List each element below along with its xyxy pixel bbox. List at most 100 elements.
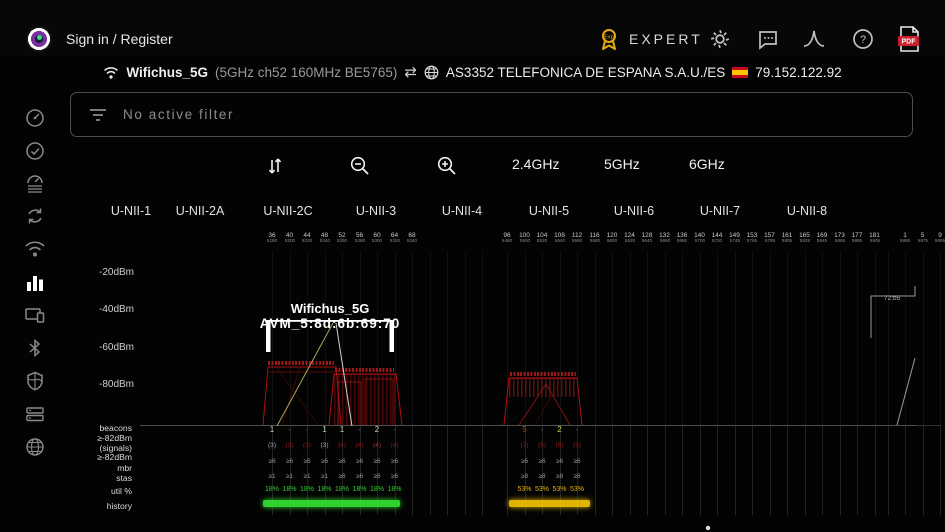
table-cell-min-level: ≥6 — [533, 458, 551, 465]
gridline — [325, 252, 326, 425]
gridline — [717, 426, 718, 515]
channel-tick: 645320 — [386, 232, 404, 245]
gridline — [700, 426, 701, 515]
pdf-export-icon[interactable]: PDF — [896, 26, 922, 52]
table-cell-stas: ≥1 — [281, 473, 299, 480]
channel-frequency: 5200 — [281, 240, 298, 245]
band-button-24ghz[interactable]: 2.4GHz — [512, 156, 559, 172]
table-cell-beacons: 1 — [263, 425, 281, 434]
table-cell-min-level: ≥6 — [386, 458, 404, 465]
gridline — [940, 252, 941, 425]
connection-status-bar[interactable]: Wifichus_5G (5GHz ch52 160MHz BE5765) ⇄ … — [0, 60, 945, 84]
table-row-label: util % — [40, 486, 132, 496]
gridline — [682, 426, 683, 515]
sidebar-item-detailed-test[interactable] — [24, 172, 46, 194]
channel-tick: 605300 — [368, 232, 386, 245]
band-button-5ghz[interactable]: 5GHz — [604, 156, 640, 172]
channel-tick: 1735865 — [831, 232, 849, 245]
table-cell-stas: ≥6 — [351, 473, 369, 480]
table-cell-stas: ≥8 — [568, 473, 586, 480]
gridline — [542, 252, 543, 425]
globe-icon — [424, 65, 439, 80]
table-row-label: beacons — [40, 423, 132, 433]
band-button-6ghz[interactable]: 6GHz — [689, 156, 725, 172]
spain-flag-icon — [732, 67, 748, 78]
network-shape-gray[interactable] — [871, 286, 915, 338]
signal-fin-icon[interactable] — [801, 26, 827, 52]
channel-frequency: 5825 — [796, 240, 813, 245]
gridline — [875, 426, 876, 515]
table-cell-min-level: ≥6 — [263, 458, 281, 465]
table-cell-beacons: - — [298, 425, 316, 434]
sidebar-item-router[interactable] — [24, 403, 46, 425]
channel-frequency: 5955 — [897, 240, 914, 245]
sidebar-item-channels[interactable] — [24, 271, 46, 293]
channel-tick: 405200 — [281, 232, 299, 245]
gridline — [482, 252, 483, 425]
channel-tick: 1005500 — [516, 232, 534, 245]
sign-in-register-link[interactable]: Sign in / Register — [66, 31, 173, 47]
table-cell-util: 18% — [351, 486, 369, 493]
channel-frequency: 5785 — [761, 240, 778, 245]
channel-tick: 485240 — [316, 232, 334, 245]
gridline — [647, 252, 648, 425]
gridline — [447, 426, 448, 515]
history-bar-group1 — [263, 500, 400, 507]
settings-gear-icon[interactable] — [707, 26, 733, 52]
sidebar-item-validation[interactable] — [24, 140, 46, 162]
sidebar-item-bluetooth[interactable] — [24, 337, 46, 359]
sidebar-item-wifi[interactable] — [24, 238, 46, 260]
network-label-strip — [335, 368, 394, 372]
gridline — [840, 426, 841, 515]
channel-frequency: 5845 — [814, 240, 831, 245]
channel-frequency: 5620 — [621, 240, 638, 245]
network-dense-area — [334, 374, 396, 426]
channel-tick: 15955 — [896, 232, 914, 245]
gridline — [290, 252, 291, 425]
sidebar-item-refresh[interactable] — [24, 205, 46, 227]
gridline — [465, 426, 466, 515]
zoom-in-button[interactable] — [432, 152, 462, 180]
gridline — [482, 426, 483, 515]
zoom-out-button[interactable] — [345, 152, 375, 180]
sort-order-button[interactable] — [260, 152, 290, 180]
channel-tick: 1575785 — [761, 232, 779, 245]
table-cell-min-level: ≥6 — [298, 458, 316, 465]
table-row-label: ≥-82dBm — [40, 433, 132, 443]
channel-tick: 1125560 — [568, 232, 586, 245]
app-logo-icon[interactable] — [26, 26, 52, 52]
highlighted-ssid: Wifichus_5G — [230, 301, 430, 316]
channel-frequency: 5240 — [316, 240, 333, 245]
unii-band-label: U-NII-2C — [246, 204, 330, 218]
gridline — [752, 426, 753, 515]
sidebar-item-devices[interactable] — [24, 304, 46, 326]
gridline — [465, 252, 466, 425]
table-cell-util: 18% — [298, 486, 316, 493]
table-cell-stas: ≥8 — [533, 473, 551, 480]
gridline — [430, 426, 431, 515]
table-cell-min-level: ≥6 — [351, 458, 369, 465]
table-cell-signals: (4) — [351, 442, 369, 449]
table-row-label: mbr — [40, 463, 132, 473]
feedback-chat-icon[interactable] — [755, 26, 781, 52]
table-cell-signals: (4) — [368, 442, 386, 449]
channel-frequency: 5300 — [369, 240, 386, 245]
channel-frequency: 5480 — [499, 240, 516, 245]
channel-frequency: 5340 — [404, 240, 421, 245]
filter-input[interactable]: No active filter — [70, 92, 913, 137]
gridline — [923, 252, 924, 425]
sidebar-item-speedtest[interactable] — [24, 107, 46, 129]
gridline — [447, 252, 448, 425]
network-label-strip — [268, 361, 334, 365]
unii-band-label: U-NII-4 — [420, 204, 504, 218]
top-bar: Sign in / Register Exp EXPERT ? PDF — [0, 0, 945, 56]
analiti-app: Sign in / Register Exp EXPERT ? PDF Wifi… — [0, 0, 945, 532]
sidebar-item-security[interactable] — [24, 370, 46, 392]
channel-tick: 965480 — [498, 232, 516, 245]
expert-badge[interactable]: Exp EXPERT — [598, 27, 703, 51]
channel-tick: 1285640 — [638, 232, 656, 245]
help-icon[interactable]: ? — [850, 26, 876, 52]
channel-tick: 685340 — [403, 232, 421, 245]
table-cell-signals: (3) — [281, 442, 299, 449]
network-shape[interactable] — [263, 367, 341, 425]
